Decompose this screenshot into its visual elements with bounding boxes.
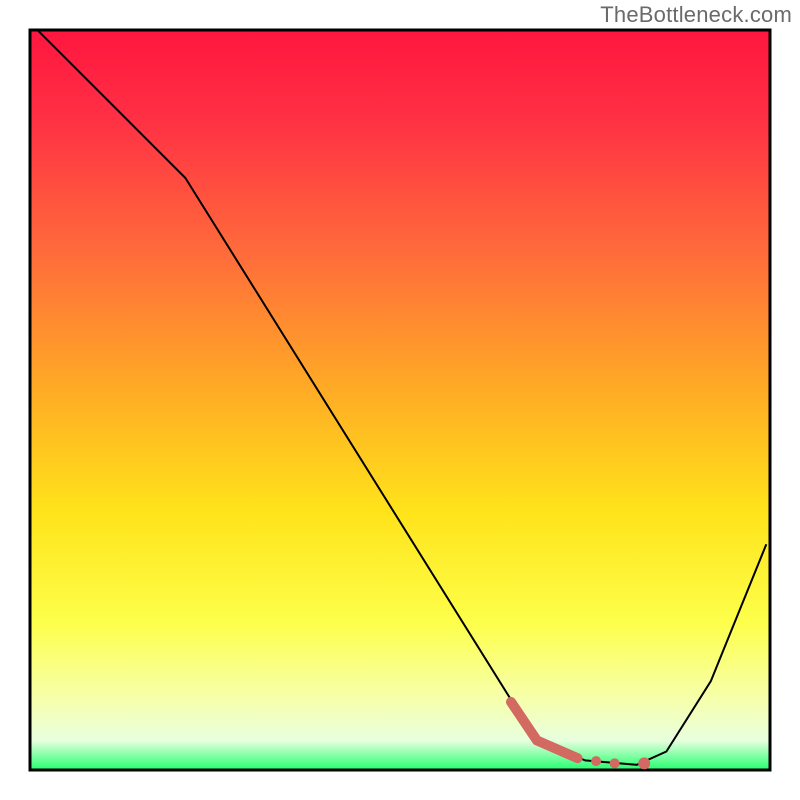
watermark-text: TheBottleneck.com [600, 2, 792, 28]
highlight-dot [591, 756, 601, 766]
bottleneck-chart [0, 0, 800, 800]
chart-container: { "watermark": "TheBottleneck.com", "cha… [0, 0, 800, 800]
highlight-dot [610, 758, 620, 768]
plot-area [30, 26, 770, 770]
gradient-background [30, 30, 770, 770]
highlight-dot [638, 757, 650, 769]
